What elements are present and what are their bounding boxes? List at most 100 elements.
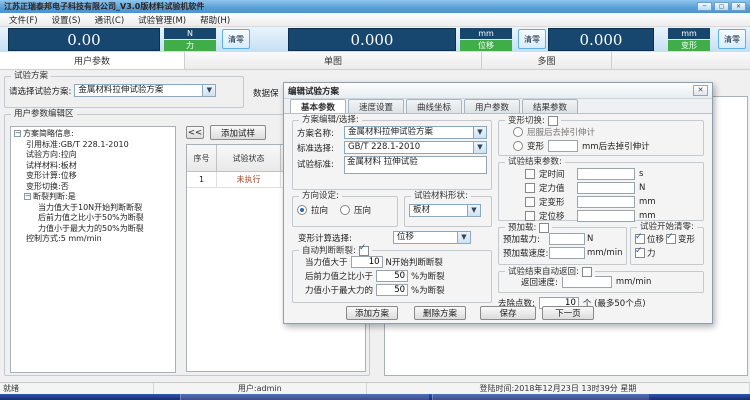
menu-help[interactable]: 帮助(H) xyxy=(193,14,237,26)
press-radio[interactable] xyxy=(340,205,350,215)
preload-force-label: 预加载力: xyxy=(503,233,547,245)
collapse-panel-button[interactable]: << xyxy=(186,126,204,139)
break-maxforce-input[interactable] xyxy=(376,284,408,296)
dialog-tab-speed[interactable]: 速度设置 xyxy=(348,99,404,113)
clear-deformation-checkbox[interactable] xyxy=(666,234,676,244)
plan-edit-legend: 方案编辑/选择: xyxy=(299,116,362,125)
tree-item[interactable]: 试样材料:板材 xyxy=(13,161,175,172)
fixed-disp-input[interactable] xyxy=(577,210,635,222)
displacement-clear-button[interactable]: 清零 xyxy=(518,29,546,49)
tree-item[interactable]: 变形切换:否 xyxy=(13,182,175,193)
fixed-deform-input[interactable] xyxy=(577,196,635,208)
tree-item[interactable]: 控制方式:5 mm/min xyxy=(13,234,175,245)
tree-item[interactable]: 方案简略信息: xyxy=(13,129,175,140)
test-standard-label: 试验标准: xyxy=(297,156,341,170)
app-window: 江苏正瑞泰邦电子科技有限公司_V3.0版材料试验机软件 ─ ▢ ✕ 文件(F) … xyxy=(0,0,750,400)
fixed-time-label: 定时间 xyxy=(539,168,573,180)
deform-calc-dropdown[interactable]: 位移 ▼ xyxy=(393,231,471,244)
menu-file[interactable]: 文件(F) xyxy=(2,14,45,26)
deform-switch-checkbox[interactable] xyxy=(548,116,558,126)
deform-mm-pre-label: 变形 xyxy=(527,140,544,152)
return-speed-input[interactable] xyxy=(562,276,612,288)
preload-speed-input[interactable] xyxy=(549,247,585,259)
preload-checkbox[interactable] xyxy=(539,223,549,233)
tab-user-params[interactable]: 用户参数 xyxy=(0,52,185,69)
save-button[interactable]: 保存 xyxy=(480,306,536,320)
plan-select-dropdown[interactable]: 金属材料拉伸试验方案 ▼ xyxy=(74,84,216,97)
material-shape-dropdown[interactable]: 板材 ▼ xyxy=(409,204,481,217)
fixed-time-unit: s xyxy=(639,169,643,179)
start-clear-legend: 试验开始清零: xyxy=(637,223,697,232)
fixed-force-checkbox[interactable] xyxy=(525,183,535,193)
plan-name-value: 金属材料拉伸试验方案 xyxy=(348,127,433,137)
auto-return-groupbox: 试验结束自动返回: 返回速度: mm/min xyxy=(498,271,704,293)
menu-settings[interactable]: 设置(S) xyxy=(45,14,88,26)
tree-item[interactable]: 引用标准:GB/T 228.1-2010 xyxy=(13,140,175,151)
preload-groupbox: 预加载: 预加载力: N 预加载速度: mm/min xyxy=(498,227,627,265)
fixed-force-input[interactable] xyxy=(577,182,635,194)
deform-mm-radio[interactable] xyxy=(513,141,523,151)
auto-break-legend: 自动判断断裂: xyxy=(302,247,356,256)
end-params-legend: 试验结束参数: xyxy=(505,158,565,167)
preload-force-input[interactable] xyxy=(549,233,585,245)
dialog-tab-curve[interactable]: 曲线坐标 xyxy=(406,99,462,113)
plan-name-dropdown[interactable]: 金属材料拉伸试验方案 ▼ xyxy=(344,126,487,139)
delete-plan-button[interactable]: 删除方案 xyxy=(414,306,466,320)
break-force-input[interactable] xyxy=(351,256,383,268)
status-login-time: 登陆时间:2018年12月23日 13时39分 星期 xyxy=(367,383,750,394)
tree-item[interactable]: 断裂判断:是 xyxy=(13,192,175,203)
fixed-time-input[interactable] xyxy=(577,168,635,180)
auto-return-checkbox[interactable] xyxy=(582,267,592,277)
menu-test-management[interactable]: 试验管理(M) xyxy=(131,14,193,26)
minimize-icon[interactable]: ─ xyxy=(697,2,712,11)
add-plan-button[interactable]: 添加方案 xyxy=(346,306,398,320)
tab-multi-graph[interactable]: 多图 xyxy=(482,52,612,69)
tree-item[interactable]: 试验方向:拉向 xyxy=(13,150,175,161)
break-row2-label: 后前力值之比小于 xyxy=(305,270,373,282)
fixed-disp-checkbox[interactable] xyxy=(525,211,535,221)
chevron-down-icon: ▼ xyxy=(457,232,470,243)
auto-break-checkbox[interactable] xyxy=(359,246,369,256)
dialog-tab-user[interactable]: 用户参数 xyxy=(464,99,520,113)
clear-displacement-checkbox[interactable] xyxy=(635,234,645,244)
deform-calc-value: 位移 xyxy=(397,232,414,242)
tree-collapse-icon[interactable] xyxy=(24,193,31,200)
tree-item[interactable]: 当力值大于10N开始判断断裂 xyxy=(13,203,175,214)
tab-single-graph[interactable]: 单图 xyxy=(185,52,482,69)
displacement-unit-badge: mm xyxy=(460,28,512,39)
tree-collapse-icon[interactable] xyxy=(14,130,21,137)
fixed-deform-checkbox[interactable] xyxy=(525,197,535,207)
deform-switch-groupbox: 变形切换: 屈服后去掉引伸计 变形 mm后去掉引伸计 xyxy=(498,120,704,156)
clear-force-checkbox[interactable] xyxy=(635,248,645,258)
taskbar-segment xyxy=(180,394,430,400)
window-title: 江苏正瑞泰邦电子科技有限公司_V3.0版材料试验机软件 xyxy=(4,1,204,12)
standard-select-dropdown[interactable]: GB/T 228.1-2010 ▼ xyxy=(344,141,487,154)
maximize-icon[interactable]: ▢ xyxy=(714,2,729,11)
break-row2-suffix: %为断裂 xyxy=(411,270,445,282)
fixed-time-checkbox[interactable] xyxy=(525,169,535,179)
next-page-button[interactable]: 下一页 xyxy=(542,306,594,320)
add-sample-button[interactable]: 添加试样 xyxy=(210,125,266,140)
chevron-down-icon: ▼ xyxy=(473,127,486,138)
deformation-clear-button[interactable]: 清零 xyxy=(718,29,746,49)
standard-select-value: GB/T 228.1-2010 xyxy=(348,142,420,152)
displacement-badges: mm 位移 xyxy=(460,28,512,51)
dialog-body: 方案编辑/选择: 方案名称: 金属材料拉伸试验方案 ▼ 标准选择: GB/T 2… xyxy=(284,114,712,323)
dialog-tab-result[interactable]: 结果参数 xyxy=(522,99,578,113)
deform-mm-input[interactable] xyxy=(548,140,578,152)
test-plan-groupbox: 试验方案 请选择试验方案: 金属材料拉伸试验方案 ▼ xyxy=(4,76,244,108)
force-clear-button[interactable]: 清零 xyxy=(222,29,250,49)
tree-item[interactable]: 后前力值之比小于50%为断裂 xyxy=(13,213,175,224)
menu-communication[interactable]: 通讯(C) xyxy=(88,14,132,26)
dialog-tab-basic[interactable]: 基本参数 xyxy=(290,99,346,113)
plan-select-value: 金属材料拉伸试验方案 xyxy=(78,85,163,95)
after-yield-radio[interactable] xyxy=(513,127,523,137)
test-standard-field[interactable]: 金属材料 拉伸试验 xyxy=(344,156,487,174)
tree-item[interactable]: 力值小于最大力的50%为断裂 xyxy=(13,224,175,235)
tree-item[interactable]: 变形计算:位移 xyxy=(13,171,175,182)
dialog-close-icon[interactable]: ✕ xyxy=(693,85,708,96)
break-ratio-input[interactable] xyxy=(376,270,408,282)
close-icon[interactable]: ✕ xyxy=(731,2,746,11)
force-readout: 0.00 xyxy=(8,28,160,51)
pull-radio[interactable] xyxy=(297,205,307,215)
